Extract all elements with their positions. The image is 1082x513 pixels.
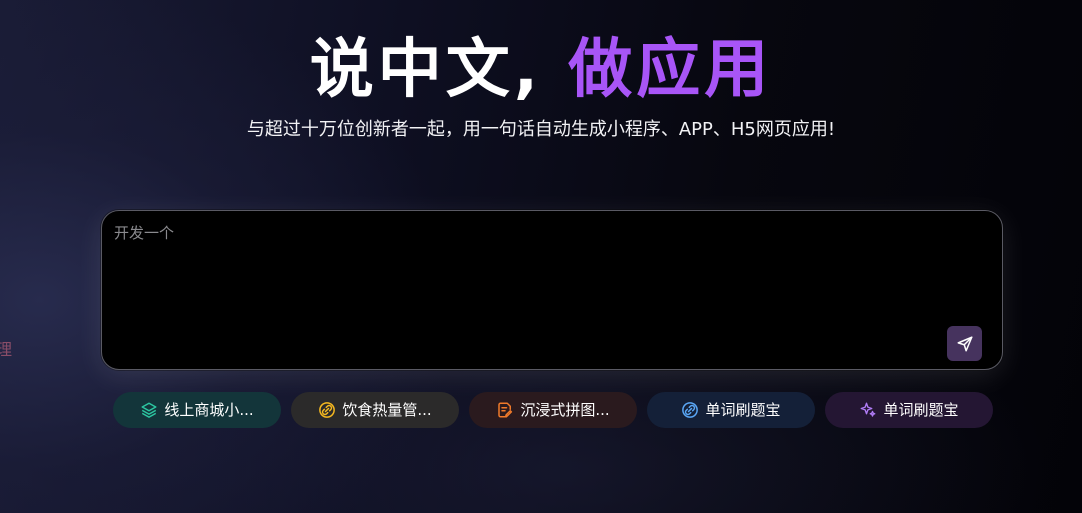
suggestion-chips: 线上商城小... 饮食热量管... 沉浸式拼图... 单词刷题宝 单词刷题宝 [0, 392, 1082, 428]
send-button[interactable] [947, 326, 982, 361]
hero-title: 说中文, 做应用 [0, 30, 1082, 110]
suggestion-chip-label: 单词刷题宝 [705, 401, 781, 419]
suggestion-chip-vocab[interactable]: 单词刷题宝 [647, 392, 815, 428]
prompt-input[interactable] [114, 223, 934, 343]
edit-doc-icon [496, 401, 514, 419]
suggestion-chip-label: 饮食热量管... [342, 401, 432, 419]
hero-title-white: 说中文, [309, 33, 543, 107]
suggestion-chip-label: 单词刷题宝 [883, 401, 959, 419]
send-icon [957, 336, 972, 351]
suggestion-chip-label: 线上商城小... [164, 401, 254, 419]
suggestion-chip-label: 沉浸式拼图... [520, 401, 610, 419]
suggestion-chip-diet[interactable]: 饮食热量管... [291, 392, 459, 428]
layers-icon [140, 401, 158, 419]
hero-title-highlight: 做应用 [568, 33, 773, 107]
sidebar-fragment[interactable]: 理 [0, 336, 12, 360]
sparkles-icon [859, 401, 877, 419]
link-circle-icon [318, 401, 336, 419]
prompt-box [101, 210, 1003, 370]
suggestion-chip-shop[interactable]: 线上商城小... [113, 392, 281, 428]
hero-subtitle: 与超过十万位创新者一起，用一句话自动生成小程序、APP、H5网页应用! [246, 119, 836, 140]
suggestion-chip-puzzle[interactable]: 沉浸式拼图... [469, 392, 637, 428]
link-circle-icon [681, 401, 699, 419]
suggestion-chip-vocab-2[interactable]: 单词刷题宝 [825, 392, 993, 428]
